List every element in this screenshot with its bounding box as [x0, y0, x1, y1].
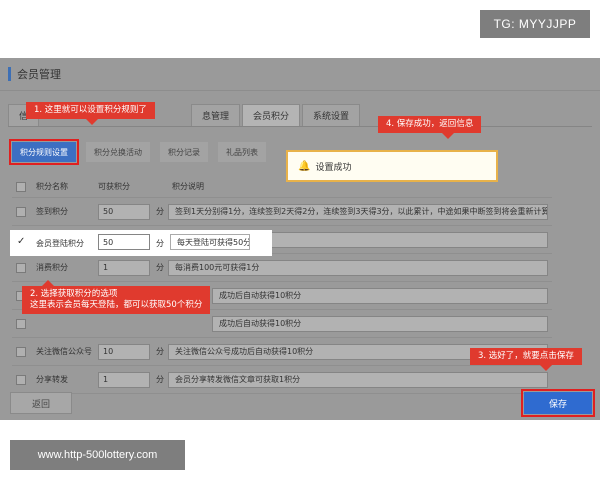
- page-title: 会员管理: [17, 68, 61, 81]
- desc-input[interactable]: 会员分享转发微信文章可获取1积分: [168, 371, 548, 388]
- subtab-points-exchange[interactable]: 积分兑换活动: [86, 142, 150, 162]
- row-checkbox[interactable]: [16, 346, 26, 357]
- page: TG: MYYJJPP 会员管理 信 息管理 会员积分 系统设置 积分规则设置 …: [0, 0, 600, 480]
- header: 会员管理: [0, 58, 600, 90]
- row-checkbox-checked[interactable]: [16, 236, 26, 248]
- points-input[interactable]: 1: [98, 371, 150, 388]
- title-accent-bar: [8, 67, 11, 81]
- table-row: 分享转发 1 分 会员分享转发微信文章可获取1积分: [12, 366, 552, 394]
- tab-system-settings[interactable]: 系统设置: [302, 104, 361, 126]
- select-all-checkbox[interactable]: [16, 181, 26, 192]
- row-name: 分享转发: [36, 375, 68, 384]
- subtab-points-rules[interactable]: 积分规则设置: [9, 139, 79, 165]
- subtab-points-record[interactable]: 积分记录: [160, 142, 208, 162]
- callout-step-2: 2. 选择获取积分的选项 这里表示会员每天登陆，都可以获取50个积分: [22, 279, 211, 315]
- highlighted-row-login-points: 会员登陆积分 50 分 每天登陆可获得50分: [10, 230, 272, 256]
- unit-label: 分: [156, 347, 164, 356]
- row-name: 签到积分: [36, 207, 68, 216]
- screenshot-panel: 会员管理 信 息管理 会员积分 系统设置 积分规则设置 积分兑换活动 积分记录 …: [0, 58, 600, 420]
- callout-step-1: 1. 这里就可以设置积分规则了: [26, 102, 155, 126]
- bell-icon: 🔔: [298, 160, 311, 172]
- table-row: 成功后自动获得10积分: [12, 310, 552, 338]
- table-row: 消费积分 1 分 每消费100元可获得1分: [12, 254, 552, 282]
- unit-label: 分: [156, 263, 164, 272]
- row-checkbox[interactable]: [16, 374, 26, 385]
- callout-step-4: 4. 保存成功，返回信息: [378, 116, 482, 140]
- row-checkbox[interactable]: [16, 206, 26, 217]
- save-button[interactable]: 保存: [521, 389, 595, 417]
- points-input[interactable]: 10: [98, 343, 150, 360]
- header-divider: [0, 90, 600, 91]
- callout-step-3: 3. 选好了，就要点击保存: [470, 348, 582, 372]
- desc-input[interactable]: 签到1天分别得1分，连续签到2天得2分，连续签到3天得3分，以此累计，中途如果中…: [168, 203, 548, 220]
- header-desc: 积分说明: [172, 182, 204, 191]
- callout-step-2-line1: 2. 选择获取积分的选项: [30, 289, 118, 299]
- subtab-gift-list[interactable]: 礼品列表: [218, 142, 266, 162]
- success-toast: 🔔 设置成功: [286, 150, 498, 182]
- unit-label: 分: [156, 375, 164, 384]
- points-input[interactable]: 50: [98, 203, 150, 220]
- unit-label: 分: [156, 239, 164, 248]
- header-name: 积分名称: [36, 182, 68, 191]
- callout-step-2-line2: 这里表示会员每天登陆，都可以获取50个积分: [30, 300, 203, 311]
- row-name: 消费积分: [36, 263, 68, 272]
- tg-watermark: TG: MYYJJPP: [480, 10, 590, 38]
- unit-label: 分: [156, 207, 164, 216]
- desc-input[interactable]: 成功后自动获得10积分: [212, 287, 548, 304]
- desc-input[interactable]: 每天登陆可获得50分: [170, 234, 250, 250]
- sub-tabs: 积分规则设置 积分兑换活动 积分记录 礼品列表: [9, 139, 276, 165]
- desc-input[interactable]: 成功后自动获得10积分: [212, 315, 548, 332]
- points-input[interactable]: 1: [98, 259, 150, 276]
- row-checkbox[interactable]: [16, 262, 26, 273]
- row-checkbox[interactable]: [16, 318, 26, 329]
- tab-member-points[interactable]: 会员积分: [242, 104, 301, 126]
- url-watermark: www.http-500lottery.com: [10, 440, 185, 470]
- toast-text: 设置成功: [315, 162, 352, 173]
- table-row: 签到积分 50 分 签到1天分别得1分，连续签到2天得2分，连续签到3天得3分，…: [12, 198, 552, 226]
- row-name: 会员登陆积分: [36, 239, 84, 248]
- back-button[interactable]: 返回: [10, 392, 72, 414]
- desc-input[interactable]: 每消费100元可获得1分: [168, 259, 548, 276]
- header-points: 可获积分: [98, 182, 130, 191]
- row-name: 关注微信公众号: [36, 347, 92, 356]
- points-input[interactable]: 50: [98, 234, 150, 250]
- tab-info-management[interactable]: 息管理: [191, 104, 241, 126]
